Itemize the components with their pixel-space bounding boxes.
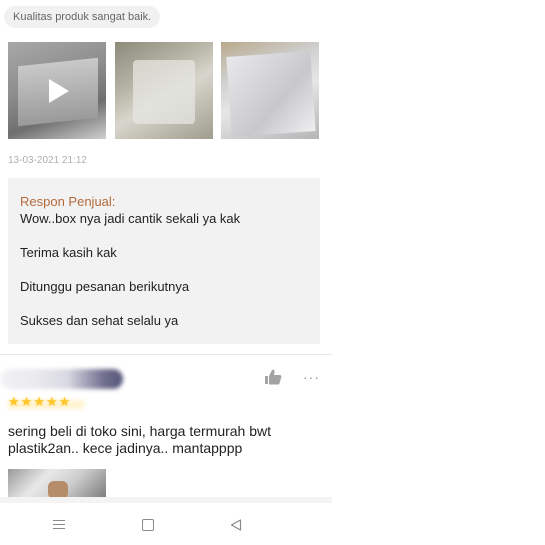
review-image-thumbnail[interactable] (221, 42, 319, 139)
seller-response-line: Terima kasih kak (20, 245, 117, 260)
review-image-thumbnail[interactable] (115, 42, 213, 139)
seller-response-line: Sukses dan sehat selalu ya (20, 313, 179, 328)
seller-response-title: Respon Penjual: (20, 194, 116, 209)
back-icon[interactable] (230, 519, 242, 531)
seller-response-box: Respon Penjual: Wow..box nya jadi cantik… (8, 178, 320, 344)
star-icon: ★ (8, 394, 20, 409)
star-rating: ★ ★ ★ ★ ★ (8, 395, 84, 409)
star-icon: ★ (58, 394, 71, 409)
review-image-thumbnail[interactable] (8, 469, 106, 499)
home-icon[interactable] (142, 519, 154, 531)
menu-icon[interactable] (53, 520, 65, 530)
seller-response-line: Ditunggu pesanan berikutnya (20, 279, 190, 294)
seller-response-line: Wow..box nya jadi cantik sekali ya kak (20, 211, 241, 226)
review-video-thumbnail[interactable] (8, 42, 106, 139)
thumbs-up-icon[interactable] (264, 369, 282, 385)
review-text: sering beli di toko sini, harga termurah… (8, 423, 272, 456)
reviewer-name-blurred (0, 369, 123, 389)
plastic-bag-photo (133, 60, 195, 124)
more-options-button[interactable]: ··· (303, 369, 320, 385)
plastic-sheet-photo (226, 51, 316, 137)
star-icon: ★ (45, 394, 58, 409)
play-icon[interactable] (49, 79, 69, 103)
system-navigation-bar (0, 503, 332, 545)
star-icon: ★ (20, 394, 33, 409)
review-screen: Kualitas produk sangat baik. 13-03-2021 … (0, 0, 332, 545)
review-date: 13-03-2021 21:12 (8, 155, 87, 166)
review-divider (0, 354, 332, 355)
star-icon: ★ (33, 394, 45, 409)
review-tag-chip[interactable]: Kualitas produk sangat baik. (4, 6, 161, 28)
